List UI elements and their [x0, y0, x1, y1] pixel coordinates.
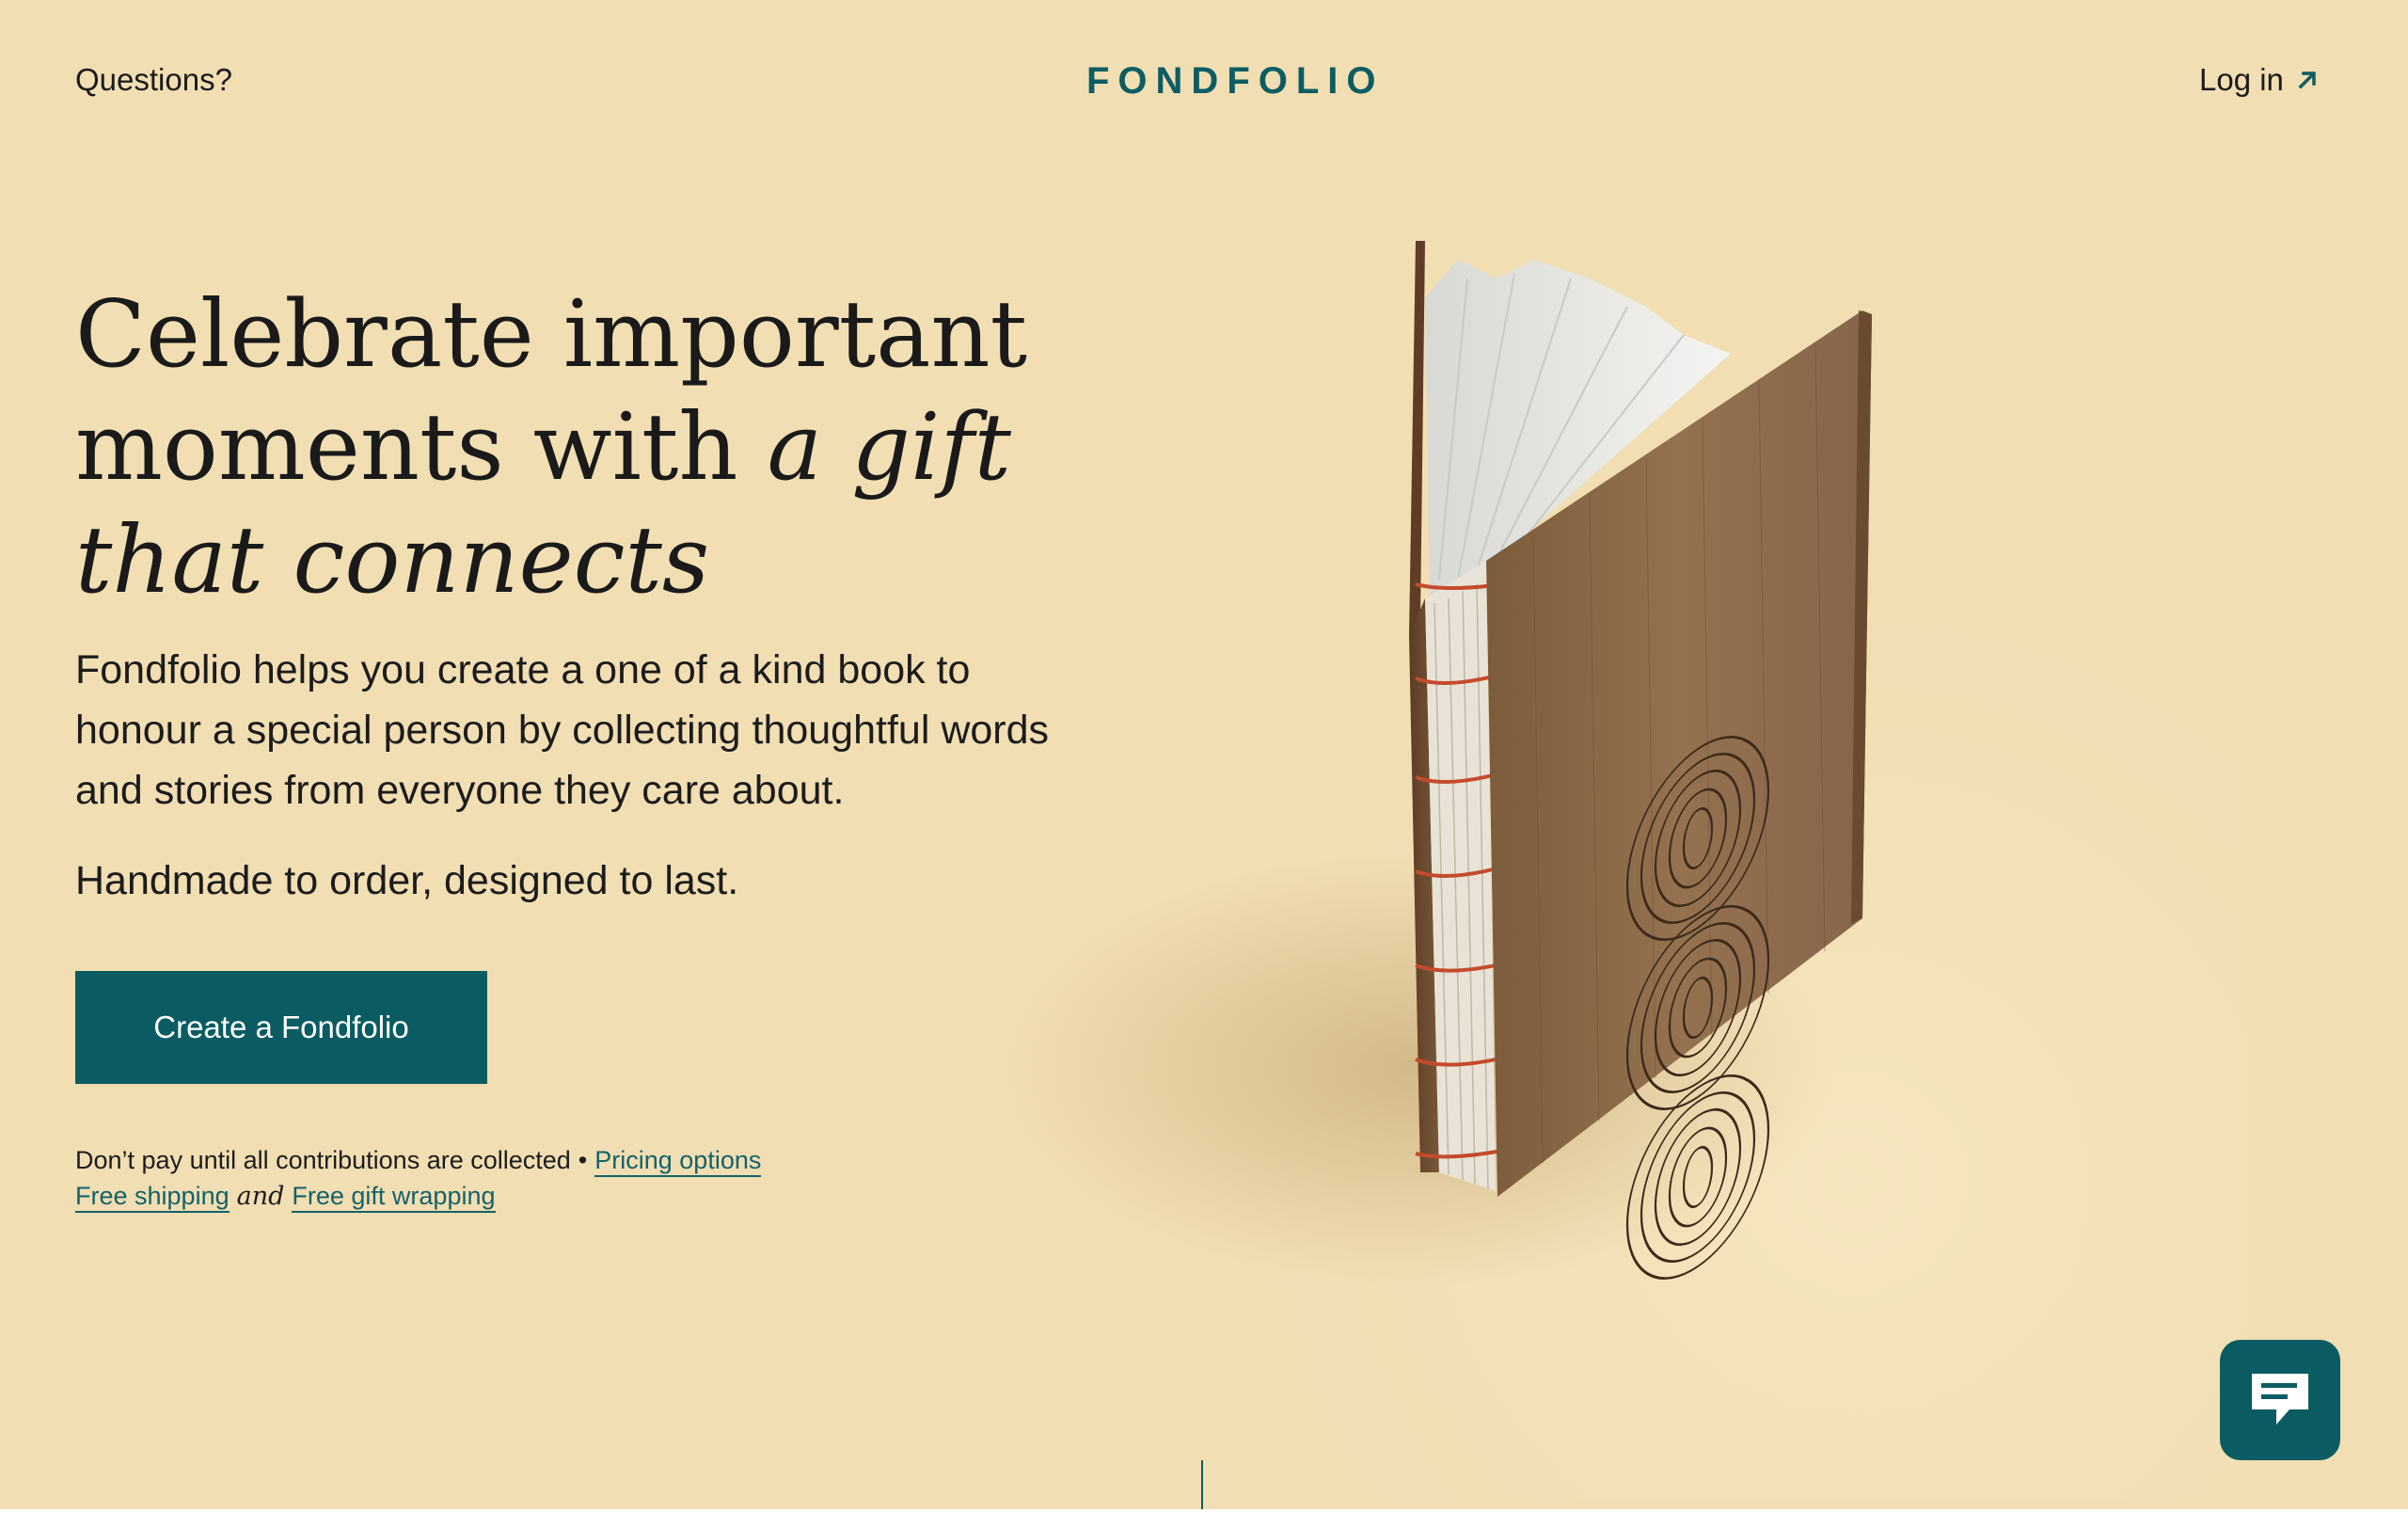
hero-description: Fondfolio helps you create a one of a ki…: [75, 647, 1050, 813]
headline-italic-gift: a gift: [767, 394, 1011, 501]
headline-italic-connects: that connects: [75, 507, 710, 614]
chat-button[interactable]: [2220, 1340, 2340, 1460]
arrow-up-right-icon: [2298, 72, 2316, 89]
payment-note-row: Don’t pay until all contributions are co…: [75, 1142, 762, 1178]
fondfolio-logo[interactable]: FONDFOLIO: [1086, 60, 1385, 103]
site-header: Questions? FONDFOLIO Log in: [0, 0, 2408, 166]
and-word: and: [236, 1182, 285, 1211]
payment-note: Don’t pay until all contributions are co…: [75, 1146, 571, 1174]
login-label: Log in: [2199, 62, 2284, 97]
questions-link[interactable]: Questions?: [75, 62, 232, 98]
login-link[interactable]: Log in: [2199, 62, 2321, 98]
gift-wrapping-link[interactable]: Free gift wrapping: [292, 1182, 496, 1213]
section-divider: [0, 1509, 2408, 1528]
wooden-book-photo: [931, 222, 2248, 1502]
chat-bubble-icon: [2252, 1374, 2308, 1425]
shipping-note-row: Free shipping and Free gift wrapping: [75, 1178, 761, 1215]
hero-tagline: Handmade to order, designed to last.: [75, 858, 739, 903]
separator-bullet: •: [578, 1146, 588, 1174]
purchase-notes: Don’t pay until all contributions are co…: [75, 1142, 762, 1215]
pricing-options-link[interactable]: Pricing options: [594, 1146, 762, 1177]
headline-line-2: moments with: [75, 394, 768, 501]
headline-line-1: Celebrate important: [75, 281, 1028, 389]
free-shipping-link[interactable]: Free shipping: [75, 1182, 230, 1213]
create-fondfolio-button[interactable]: Create a Fondfolio: [75, 971, 487, 1084]
hero-headline: Celebrate important moments with a gift …: [75, 279, 1063, 617]
